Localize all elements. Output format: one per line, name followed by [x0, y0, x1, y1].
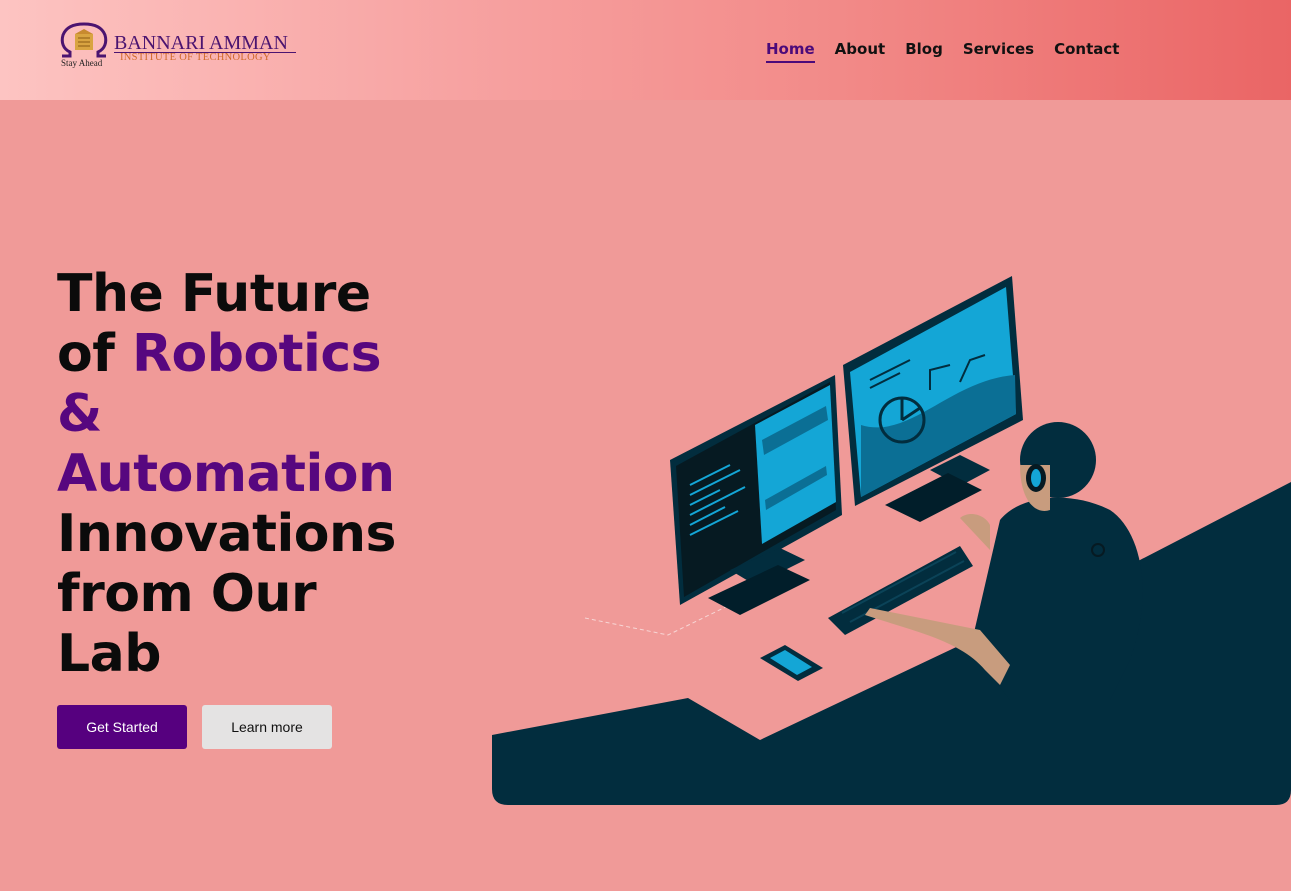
hero-title-line: Lab	[57, 624, 161, 684]
hero-title-line: of	[57, 324, 132, 384]
developer-workstation-illustration	[492, 276, 1291, 805]
logo-subtitle: INSTITUTE OF TECHNOLOGY	[120, 52, 271, 63]
brand-logo[interactable]: BANNARI AMMAN INSTITUTE OF TECHNOLOGY St…	[56, 22, 306, 72]
nav-contact[interactable]: Contact	[1054, 40, 1119, 63]
desk-surface	[492, 482, 1291, 805]
nav-home[interactable]: Home	[766, 40, 815, 63]
desk-edge-line	[584, 599, 741, 636]
logo-mark-icon	[60, 22, 108, 58]
get-started-button[interactable]: Get Started	[57, 705, 187, 749]
learn-more-button[interactable]: Learn more	[202, 705, 332, 749]
hero-title: The Future of Robotics & Automation Inno…	[57, 264, 457, 684]
main-nav: Home About Blog Services Contact	[766, 40, 1119, 63]
left-monitor	[670, 375, 842, 615]
logo-tagline: Stay Ahead	[61, 58, 103, 68]
hero-title-accent: &	[57, 384, 102, 444]
hero-title-line: The Future	[57, 264, 371, 324]
right-monitor	[843, 276, 1023, 522]
nav-blog[interactable]: Blog	[905, 40, 943, 63]
hero-title-accent: Automation	[57, 444, 395, 504]
phone	[760, 645, 823, 681]
hero-title-accent: Robotics	[131, 324, 382, 384]
nav-services[interactable]: Services	[963, 40, 1034, 63]
hero-title-line: from Our	[57, 564, 317, 624]
site-header: BANNARI AMMAN INSTITUTE OF TECHNOLOGY St…	[0, 0, 1291, 100]
hero-title-line: Innovations	[57, 504, 396, 564]
nav-about[interactable]: About	[835, 40, 886, 63]
